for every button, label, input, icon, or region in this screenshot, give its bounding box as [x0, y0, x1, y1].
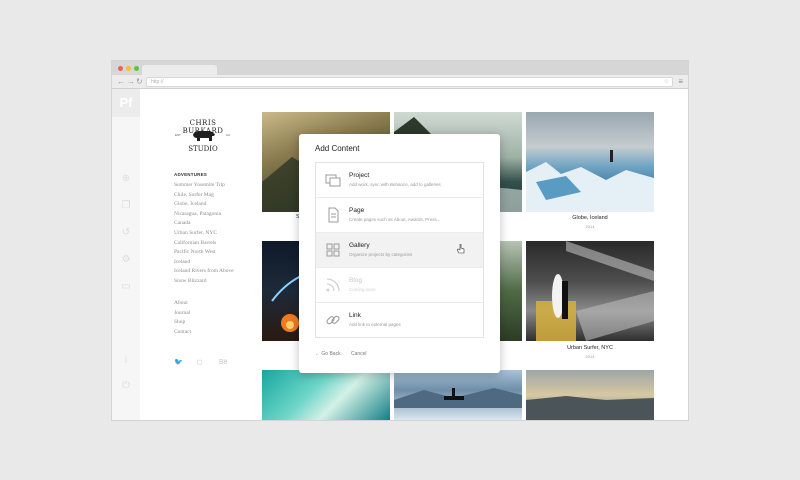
site-logo[interactable]: CHRIS BURKARD EST CA STUDIO: [170, 119, 236, 155]
project-thumb-iceland-rivers[interactable]: [394, 370, 522, 420]
nav-item-nicaragua-patagonia[interactable]: Nicaragua, Patagonia: [174, 210, 234, 220]
nav-item-canada[interactable]: Canada: [174, 219, 234, 229]
rss-icon: [326, 278, 340, 292]
logo-studio: STUDIO: [188, 145, 218, 153]
twitter-icon[interactable]: 🐦: [174, 358, 184, 366]
browser-menu-icon[interactable]: ≡: [678, 76, 683, 88]
logo-ca: CA: [226, 133, 231, 137]
option-label: Page: [349, 207, 365, 214]
info-icon[interactable]: i: [119, 354, 133, 368]
address-bar-row: ← → ↻ http:// ☆ ≡: [112, 75, 688, 89]
content-type-list: Project Add work, sync with Behance, add…: [315, 162, 484, 338]
nav-item-californian-barrels[interactable]: Californian Barrels: [174, 239, 234, 249]
nav-item-chile-surfer-mag[interactable]: Chile, Surfer Mag: [174, 191, 234, 201]
minimize-window-button[interactable]: [126, 66, 131, 71]
url-text: http://: [151, 79, 164, 85]
browser-tab[interactable]: [142, 65, 217, 75]
option-label: Link: [349, 312, 361, 319]
go-back-button[interactable]: ← Go Back: [315, 351, 341, 357]
url-input[interactable]: http:// ☆: [146, 77, 673, 87]
page-nav: About Journal Shop Contact: [174, 299, 191, 337]
hand-cursor-icon: [457, 244, 465, 254]
option-description: Add work, sync with Behance, add to gall…: [349, 182, 441, 187]
gallery-icon: [326, 243, 340, 257]
nav-item-urban-surfer-nyc[interactable]: Urban Surfer, NYC: [174, 229, 234, 239]
history-icon[interactable]: ↺: [119, 226, 133, 240]
nav-item-globe-iceland[interactable]: Globe, Iceland: [174, 200, 234, 210]
browser-tabbar: [112, 61, 688, 75]
thumb-title-globe-iceland: Globe, Iceland: [572, 215, 608, 221]
nav-item-about[interactable]: About: [174, 299, 191, 309]
project-thumb-snow-blizzard[interactable]: [526, 370, 654, 420]
option-description: Organize projects by categories: [349, 252, 413, 257]
layout-icon[interactable]: ▭: [119, 280, 133, 294]
project-icon: [325, 174, 341, 187]
reload-icon[interactable]: ↻: [136, 76, 143, 88]
project-thumb-urban-surfer[interactable]: [526, 241, 654, 341]
power-icon[interactable]: ⏻: [119, 379, 133, 393]
maximize-window-button[interactable]: [134, 66, 139, 71]
thumb-year-urban-surfer: 2014: [585, 354, 595, 359]
back-arrow-icon[interactable]: ←: [117, 76, 125, 88]
project-thumb-californian-barrels[interactable]: [262, 370, 390, 420]
nav-item-pacific-north-west[interactable]: Pacific North West: [174, 248, 234, 258]
option-project[interactable]: Project Add work, sync with Behance, add…: [316, 163, 483, 198]
nav-item-snow-blizzard[interactable]: Snow Blizzard: [174, 277, 234, 287]
option-label: Blog: [349, 277, 363, 284]
pages-icon[interactable]: ❐: [119, 199, 133, 213]
bear-icon: [193, 131, 215, 141]
section-title: ADVENTURES: [174, 172, 208, 177]
modal-title: Add Content: [315, 144, 360, 153]
add-icon[interactable]: ⊕: [119, 172, 133, 186]
project-thumb-globe-iceland[interactable]: [526, 112, 654, 212]
link-icon: [326, 315, 340, 325]
cancel-button[interactable]: Cancel: [351, 351, 367, 357]
app-rail: Pf ⊕ ❐ ↺ ⚙ ▭ i ⏻: [112, 89, 140, 420]
project-nav: Summer Yosemite Trip Chile, Surfer Mag G…: [174, 181, 234, 287]
nav-item-shop[interactable]: Shop: [174, 318, 191, 328]
nav-item-contact[interactable]: Contact: [174, 328, 191, 338]
logo-est: EST: [175, 133, 181, 137]
behance-icon[interactable]: Bē: [219, 359, 229, 366]
nav-item-journal[interactable]: Journal: [174, 309, 191, 319]
nav-item-iceland[interactable]: Iceland: [174, 258, 234, 268]
option-link[interactable]: Link Add link to external pages: [316, 303, 483, 338]
thumb-title-urban-surfer: Urban Surfer, NYC: [567, 345, 613, 351]
instagram-icon[interactable]: ◻: [196, 358, 206, 366]
option-description: Create pages such as About, Awards, Pres…: [349, 217, 441, 222]
option-page[interactable]: Page Create pages such as About, Awards,…: [316, 198, 483, 233]
thumb-year-globe-iceland: 2014: [585, 224, 595, 229]
close-window-button[interactable]: [118, 66, 123, 71]
option-description: Coming soon: [349, 287, 376, 292]
page-icon: [328, 207, 339, 223]
settings-gear-icon[interactable]: ⚙: [119, 253, 133, 267]
option-blog: Blog Coming soon: [316, 268, 483, 303]
portfolio-logo[interactable]: Pf: [112, 89, 140, 117]
social-links: 🐦 ◻ Bē: [174, 351, 237, 369]
bookmark-star-icon[interactable]: ☆: [664, 78, 669, 86]
forward-arrow-icon[interactable]: →: [127, 76, 135, 88]
add-content-modal: Add Content Project Add work, sync with …: [299, 134, 500, 373]
nav-item-summer-yosemite-trip[interactable]: Summer Yosemite Trip: [174, 181, 234, 191]
nav-item-iceland-rivers[interactable]: Iceland Rivers from Above: [174, 267, 234, 277]
option-label: Project: [349, 172, 370, 179]
option-label: Gallery: [349, 242, 370, 249]
modal-footer: ← Go Back Cancel: [315, 351, 376, 357]
option-gallery[interactable]: Gallery Organize projects by categories: [316, 233, 483, 268]
option-description: Add link to external pages: [349, 322, 401, 327]
